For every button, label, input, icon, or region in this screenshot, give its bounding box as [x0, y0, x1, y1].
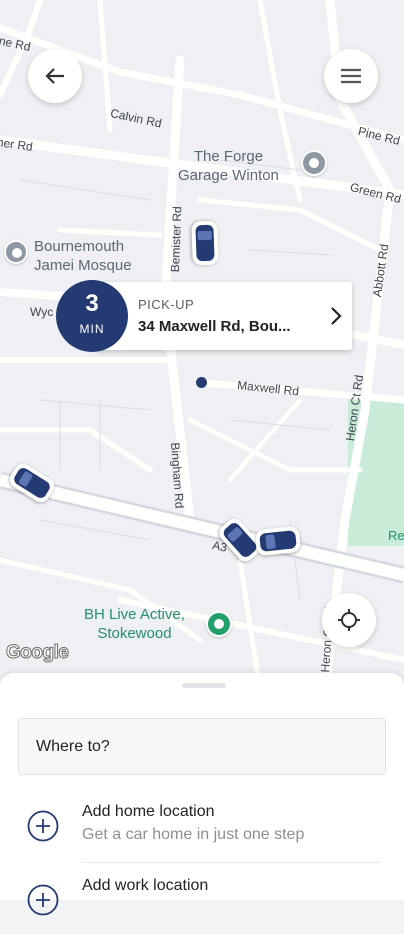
- locate-me-button[interactable]: [322, 593, 376, 647]
- pickup-location-dot: [196, 377, 207, 388]
- pickup-label: PICK-UP: [138, 297, 195, 312]
- poi-pin-forge[interactable]: [301, 150, 327, 176]
- plus-circle-icon: [27, 884, 59, 916]
- add-work-location-row[interactable]: Add work location: [0, 870, 404, 934]
- poi-label-mosque[interactable]: Bournemouth Jamei Mosque: [34, 237, 132, 275]
- eta-badge: 3 MIN: [56, 280, 128, 352]
- pickup-callout[interactable]: PICK-UP 34 Maxwell Rd, Bou... 3 MIN: [56, 280, 352, 352]
- road-label-wyc: Wyc: [30, 305, 54, 319]
- road-label-re: Re: [388, 528, 404, 543]
- pickup-card[interactable]: PICK-UP 34 Maxwell Rd, Bou...: [96, 282, 352, 350]
- add-home-location-row[interactable]: Add home location Get a car home in just…: [0, 796, 404, 860]
- map-view[interactable]: ine Rd Calvin Rd Pine Rd her Rd Green Rd…: [0, 0, 404, 690]
- menu-button[interactable]: [324, 49, 378, 103]
- pickup-address: 34 Maxwell Rd, Bou...: [138, 318, 291, 335]
- eta-number: 3: [85, 290, 99, 317]
- car-marker: [254, 525, 302, 557]
- arrow-left-icon: [45, 68, 64, 84]
- car-marker: [191, 220, 219, 266]
- hamburger-menu-icon: [341, 68, 361, 84]
- row-subtitle: Get a car home in just one step: [82, 826, 305, 843]
- plus-circle-icon: [27, 810, 59, 842]
- row-title: Add work location: [82, 877, 209, 894]
- chevron-right-icon: [331, 307, 342, 325]
- google-logo: Google: [5, 642, 69, 664]
- sheet-drag-handle[interactable]: [182, 683, 226, 688]
- row-title: Add home location: [82, 803, 215, 820]
- poi-pin-mosque[interactable]: [4, 240, 28, 264]
- poi-label-forge[interactable]: The Forge Garage Winton: [178, 147, 279, 185]
- poi-label-bh-live[interactable]: BH Live Active, Stokewood: [84, 605, 185, 643]
- bottom-sheet[interactable]: Where to? Add home location Get a car ho…: [0, 673, 404, 916]
- back-button[interactable]: [28, 49, 82, 103]
- destination-search-field[interactable]: Where to?: [18, 718, 386, 775]
- search-placeholder: Where to?: [36, 738, 110, 755]
- road-label-bemister-rd: Bemister Rd: [168, 206, 185, 273]
- eta-unit: MIN: [79, 322, 105, 336]
- row-divider: [82, 862, 380, 863]
- crosshair-icon: [338, 609, 360, 631]
- poi-pin-bh-live[interactable]: [206, 611, 232, 637]
